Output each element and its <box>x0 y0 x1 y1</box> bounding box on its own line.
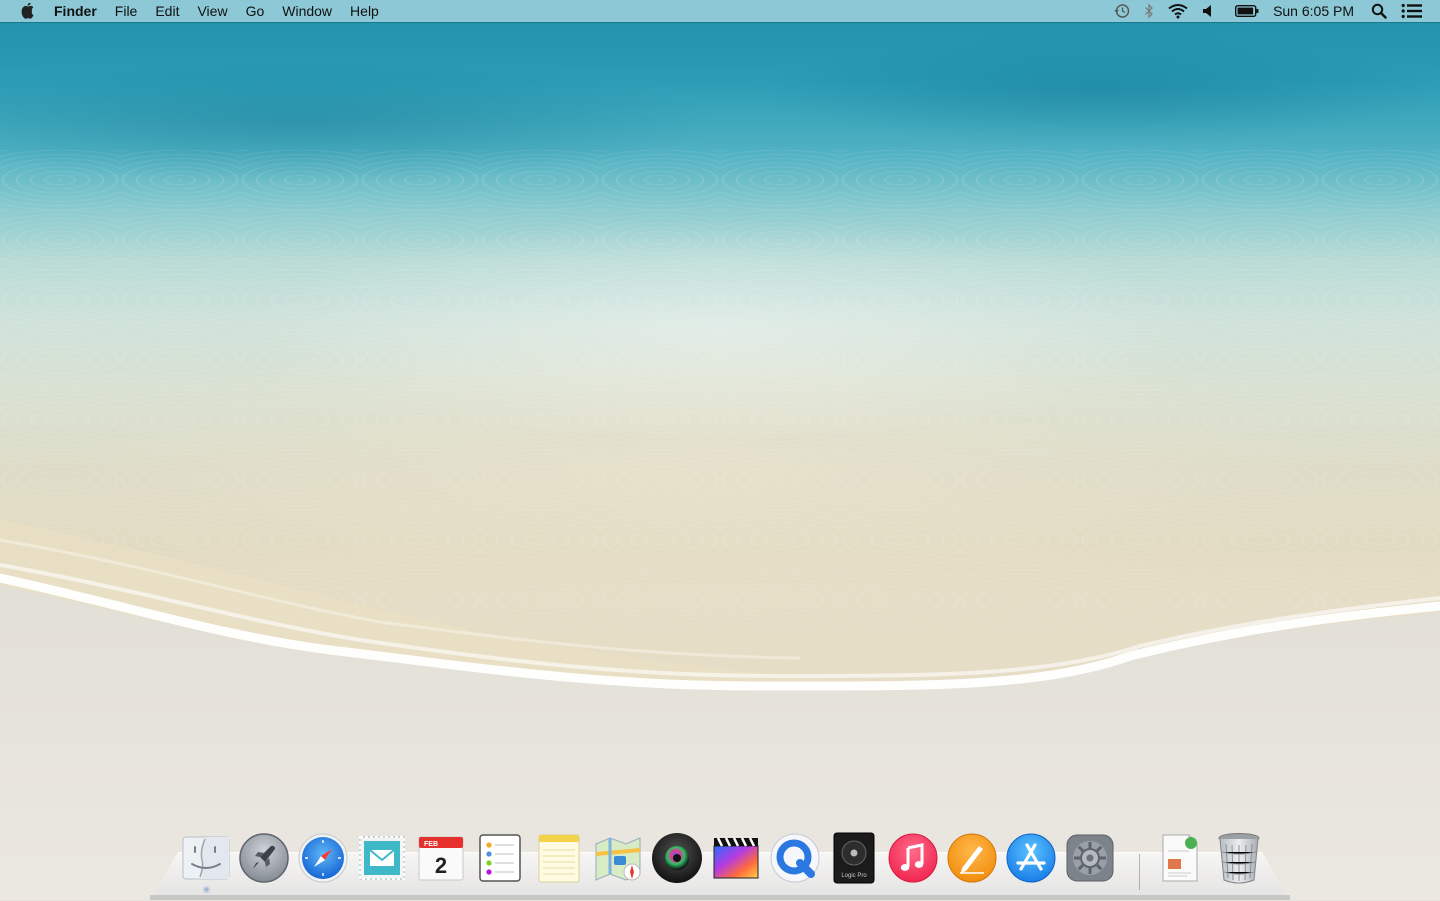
launchpad-icon <box>239 833 289 883</box>
menu-file[interactable]: File <box>106 0 147 22</box>
menu-help[interactable]: Help <box>341 0 388 22</box>
app-store-icon <box>1006 833 1056 883</box>
menu-clock[interactable]: Sun 6:05 PM <box>1263 3 1364 19</box>
dock-calendar[interactable]: FEB 2 <box>413 830 469 886</box>
dock-safari[interactable] <box>295 830 351 886</box>
dock-maps[interactable] <box>590 830 646 886</box>
menu-app-finder[interactable]: Finder <box>54 0 106 22</box>
logic-pro-icon: Logic Pro <box>833 832 875 884</box>
calendar-day: 2 <box>435 853 447 878</box>
dock-separator <box>1139 854 1140 890</box>
dock-notes[interactable] <box>531 830 587 886</box>
dock-final-cut-pro[interactable] <box>708 830 764 886</box>
dock-logic-pro[interactable]: Logic Pro <box>826 830 882 886</box>
dock-system-preferences[interactable] <box>1062 830 1118 886</box>
pages-icon <box>947 833 997 883</box>
dock-launchpad[interactable] <box>236 830 292 886</box>
dock-pages[interactable] <box>944 830 1000 886</box>
bluetooth-icon[interactable] <box>1137 0 1161 22</box>
documents-stack-icon <box>1162 834 1198 882</box>
running-indicator <box>204 887 209 892</box>
volume-icon[interactable] <box>1195 0 1221 22</box>
notification-center-icon[interactable] <box>1394 0 1430 22</box>
wifi-icon[interactable] <box>1161 0 1195 22</box>
dock-photo-booth[interactable] <box>649 830 705 886</box>
logic-pro-label: Logic Pro <box>841 873 867 879</box>
dock-documents-stack[interactable] <box>1152 830 1208 886</box>
dock-reminders[interactable] <box>472 830 528 886</box>
safari-icon <box>298 833 348 883</box>
menu-edit[interactable]: Edit <box>146 0 188 22</box>
dock: FEB 2 Logic Pro <box>176 830 1276 892</box>
itunes-icon <box>888 833 938 883</box>
wallpaper-beach <box>0 520 1440 900</box>
apple-logo-icon[interactable] <box>18 0 38 22</box>
system-preferences-icon <box>1066 834 1114 882</box>
desktop-wallpaper <box>0 0 1440 900</box>
dock-shelf-edge <box>150 895 1290 900</box>
dock-quicktime[interactable] <box>767 830 823 886</box>
mail-icon <box>359 836 405 880</box>
dock-mail[interactable] <box>354 830 410 886</box>
calendar-icon: FEB 2 <box>418 836 464 881</box>
quicktime-icon <box>770 833 820 883</box>
dock-app-store[interactable] <box>1003 830 1059 886</box>
dock-finder[interactable] <box>178 830 234 892</box>
reminders-icon <box>479 834 521 882</box>
maps-icon <box>595 837 641 881</box>
spotlight-search-icon[interactable] <box>1364 0 1394 22</box>
battery-icon[interactable] <box>1221 0 1263 22</box>
finder-icon <box>182 836 230 880</box>
dock-itunes[interactable] <box>885 830 941 886</box>
photo-booth-icon <box>652 833 702 883</box>
menu-go[interactable]: Go <box>237 0 274 22</box>
menu-window[interactable]: Window <box>273 0 341 22</box>
trash-icon <box>1218 833 1260 884</box>
dock-trash[interactable] <box>1211 830 1267 886</box>
final-cut-pro-icon <box>713 837 759 879</box>
notes-icon <box>538 834 580 883</box>
calendar-month: FEB <box>424 841 438 848</box>
time-machine-icon[interactable] <box>1107 0 1137 22</box>
menu-view[interactable]: View <box>188 0 236 22</box>
menu-bar: Finder File Edit View Go Window Help Sun… <box>0 0 1440 22</box>
